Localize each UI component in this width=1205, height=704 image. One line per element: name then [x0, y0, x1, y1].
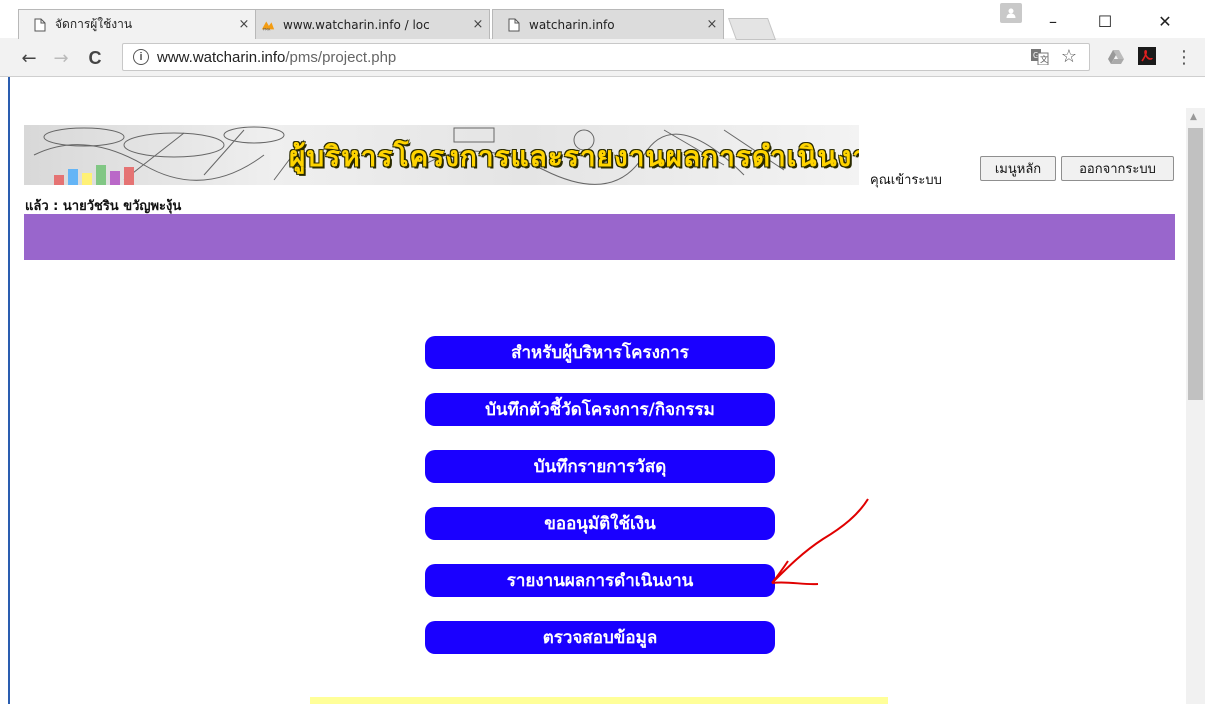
- svg-text:文: 文: [1040, 54, 1048, 64]
- svg-text:PMA: PMA: [263, 27, 271, 31]
- menu-button-project-admin[interactable]: สำหรับผู้บริหารโครงการ: [425, 336, 775, 369]
- translate-icon[interactable]: G文: [1031, 49, 1049, 69]
- scrollbar-thumb[interactable]: [1188, 128, 1203, 400]
- close-icon[interactable]: ×: [701, 17, 723, 32]
- page-content: ผู้บริหารโครงการและรายงานผลการดำเนินงาน …: [8, 77, 1187, 704]
- close-window-button[interactable]: ✕: [1150, 10, 1180, 32]
- profile-icon[interactable]: [1000, 3, 1022, 23]
- url-host: www.watcharin.info: [157, 48, 286, 66]
- address-bar[interactable]: i www.watcharin.info/pms/project.php G文 …: [122, 43, 1090, 71]
- forward-button[interactable]: →: [50, 47, 72, 69]
- page-icon: [507, 18, 521, 32]
- tab-title: www.watcharin.info / loc: [283, 17, 430, 32]
- drive-icon[interactable]: [1106, 47, 1126, 67]
- menu-button-performance-report[interactable]: รายงานผลการดำเนินงาน: [425, 564, 775, 597]
- title-bar: จัดการผู้ใช้งาน × PMA www.watcharin.info…: [0, 0, 1205, 40]
- menu-button-data-check[interactable]: ตรวจสอบข้อมูล: [425, 621, 775, 654]
- reload-button[interactable]: C: [84, 47, 106, 69]
- tab-phpmyadmin[interactable]: PMA www.watcharin.info / loc ×: [246, 9, 490, 39]
- header-banner: ผู้บริหารโครงการและรายงานผลการดำเนินงาน: [24, 125, 859, 185]
- page-scrollbar[interactable]: ▲: [1186, 108, 1205, 704]
- banner-bar-graphic: [54, 165, 134, 185]
- tab-watcharin[interactable]: watcharin.info ×: [492, 9, 724, 39]
- menu-icon[interactable]: ⋮: [1174, 47, 1194, 68]
- browser-toolbar: ← → C i www.watcharin.info/pms/project.p…: [0, 38, 1205, 77]
- close-icon[interactable]: ×: [467, 17, 489, 32]
- minimize-button[interactable]: –: [1038, 10, 1068, 32]
- maximize-button[interactable]: ☐: [1090, 10, 1120, 32]
- scroll-up-icon[interactable]: ▲: [1190, 112, 1197, 122]
- menu-button-budget-approval[interactable]: ขออนุมัติใช้เงิน: [425, 507, 775, 540]
- new-tab-button[interactable]: [727, 18, 777, 40]
- footer-bar: [310, 697, 888, 704]
- tab-title: จัดการผู้ใช้งาน: [55, 17, 133, 31]
- logout-button[interactable]: ออกจากระบบ: [1061, 156, 1174, 181]
- page-icon: [33, 18, 47, 32]
- tab-title: watcharin.info: [529, 17, 615, 32]
- main-menu-button[interactable]: เมนูหลัก: [980, 156, 1056, 181]
- menu-button-materials[interactable]: บันทึกรายการวัสดุ: [425, 450, 775, 483]
- tab-user-management[interactable]: จัดการผู้ใช้งาน ×: [18, 9, 256, 39]
- menu-button-indicators[interactable]: บันทึกตัวชี้วัดโครงการ/กิจกรรม: [425, 393, 775, 426]
- pma-icon: PMA: [261, 18, 275, 32]
- pdf-icon[interactable]: [1138, 47, 1156, 65]
- back-button[interactable]: ←: [18, 47, 40, 69]
- star-icon[interactable]: ☆: [1061, 46, 1077, 67]
- close-icon[interactable]: ×: [233, 17, 255, 32]
- banner-title: ผู้บริหารโครงการและรายงานผลการดำเนินงาน: [289, 140, 859, 173]
- login-status: คุณเข้าระบบ: [870, 173, 942, 188]
- url-path: /pms/project.php: [285, 48, 397, 66]
- logged-in-user: แล้ว : นายวัชริน ขวัญพะงุ้น: [25, 199, 182, 214]
- red-arrow-annotation: [771, 498, 869, 586]
- info-icon[interactable]: i: [133, 49, 149, 65]
- header-bar: [24, 214, 1175, 260]
